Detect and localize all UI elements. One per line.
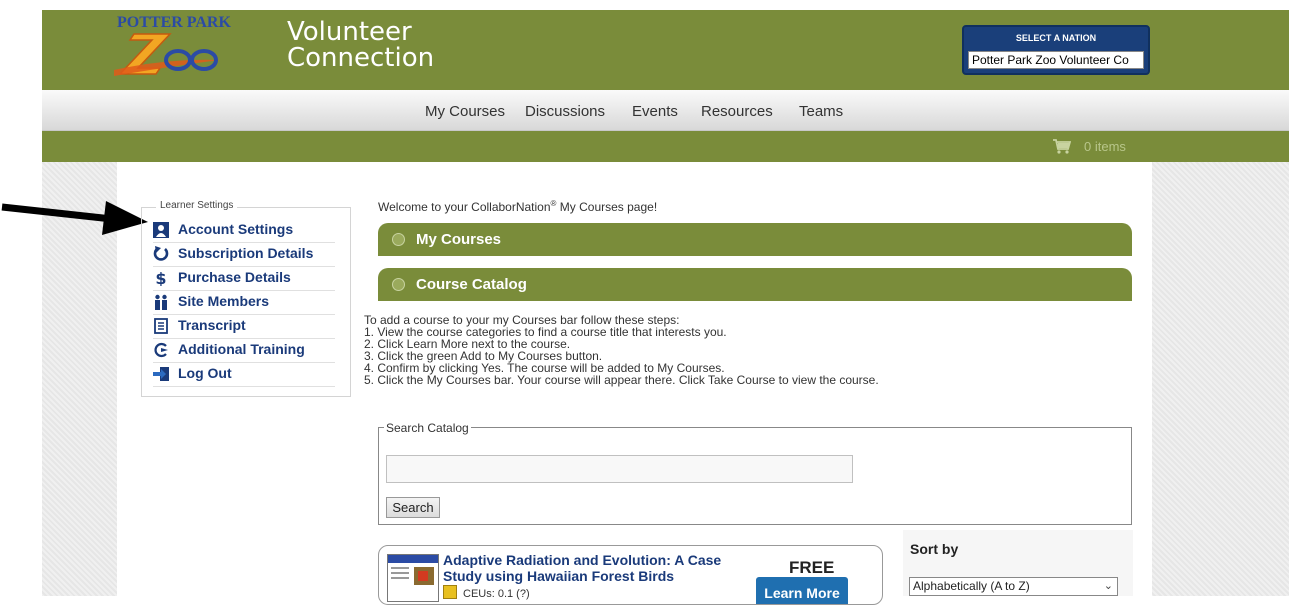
search-input[interactable] (386, 455, 853, 483)
logout-icon (153, 367, 169, 381)
sort-select[interactable]: Alphabetically (A to Z) ⌄ (909, 577, 1118, 596)
settings-item-label: Transcript (178, 317, 246, 333)
members-icon (155, 294, 167, 310)
user-icon (153, 222, 169, 238)
search-catalog-legend: Search Catalog (384, 421, 471, 435)
search-button[interactable]: Search (386, 497, 440, 518)
settings-item-additional-training[interactable]: Additional Training (153, 338, 335, 363)
sort-label: Sort by (910, 541, 959, 557)
course-thumbnail-image (388, 555, 438, 585)
refresh-icon (153, 246, 169, 261)
nav-teams[interactable]: Teams (799, 103, 843, 120)
catalog-instructions: To add a course to your my Courses bar f… (364, 314, 879, 386)
learner-settings-legend: Learner Settings (156, 200, 238, 211)
nation-selector-panel: SELECT A NATION Potter Park Zoo Voluntee… (962, 25, 1150, 75)
ceu-badge-icon (443, 585, 457, 599)
cart-bar: 0 items (42, 131, 1289, 162)
settings-item-subscription-details[interactable]: Subscription Details (153, 242, 335, 267)
my-courses-bar-label: My Courses (416, 231, 502, 248)
document-icon (154, 318, 168, 334)
nav-events[interactable]: Events (632, 103, 678, 120)
course-price: FREE (789, 558, 835, 577)
nav-my-courses[interactable]: My Courses (425, 103, 505, 120)
settings-item-site-members[interactable]: Site Members (153, 290, 335, 315)
zoo-logo[interactable] (112, 30, 222, 80)
dollar-icon: $ (155, 270, 166, 286)
expand-circle-icon (392, 278, 405, 291)
settings-item-transcript[interactable]: Transcript (153, 314, 335, 339)
settings-item-label: Purchase Details (178, 269, 291, 285)
site-title-line2: Connection (287, 43, 435, 73)
sort-selected-value: Alphabetically (A to Z) (913, 579, 1030, 593)
pointer-arrow-annotation (1, 201, 148, 235)
settings-item-account-settings[interactable]: Account Settings (153, 218, 335, 243)
course-catalog-bar[interactable]: Course Catalog (378, 268, 1132, 301)
nation-select[interactable]: Potter Park Zoo Volunteer Co (968, 51, 1144, 69)
course-thumbnail[interactable] (387, 554, 439, 602)
course-card: Adaptive Radiation and Evolution: A Case… (378, 545, 883, 605)
settings-item-label: Account Settings (178, 221, 294, 237)
main-nav: My Courses Discussions Events Resources … (42, 90, 1289, 131)
nation-selector-label: SELECT A NATION (1015, 33, 1097, 43)
site-title: Volunteer Connection (287, 19, 434, 71)
welcome-message: Welcome to your CollaborNation® My Cours… (378, 199, 657, 214)
instruction-line: 5. Click the My Courses bar. Your course… (364, 373, 879, 387)
training-icon (154, 342, 168, 358)
settings-item-label: Additional Training (178, 341, 305, 357)
nav-discussions[interactable]: Discussions (525, 103, 605, 120)
settings-item-log-out[interactable]: Log Out (153, 362, 335, 387)
course-ceu: CEUs: 0.1 (?) (463, 588, 530, 600)
course-catalog-bar-label: Course Catalog (416, 276, 527, 293)
welcome-text: Welcome to your CollaborNation (378, 200, 551, 214)
svg-text:$: $ (155, 270, 166, 286)
settings-item-purchase-details[interactable]: $ Purchase Details (153, 266, 335, 291)
course-title[interactable]: Adaptive Radiation and Evolution: A Case… (443, 552, 733, 584)
learn-more-button[interactable]: Learn More (756, 577, 848, 604)
my-courses-bar[interactable]: My Courses (378, 223, 1132, 256)
nav-resources[interactable]: Resources (701, 103, 773, 120)
cart-icon[interactable] (1053, 139, 1071, 154)
chevron-down-icon: ⌄ (1103, 580, 1113, 592)
expand-circle-icon (392, 233, 405, 246)
site-header: POTTER PARK Volunteer Connection SELECT … (42, 10, 1289, 90)
site-title-line1: Volunteer (287, 17, 412, 47)
welcome-text-end: My Courses page! (556, 200, 658, 214)
settings-item-label: Subscription Details (178, 245, 314, 261)
settings-item-label: Site Members (178, 293, 270, 309)
settings-item-label: Log Out (178, 365, 232, 381)
cart-count[interactable]: 0 items (1084, 139, 1126, 154)
